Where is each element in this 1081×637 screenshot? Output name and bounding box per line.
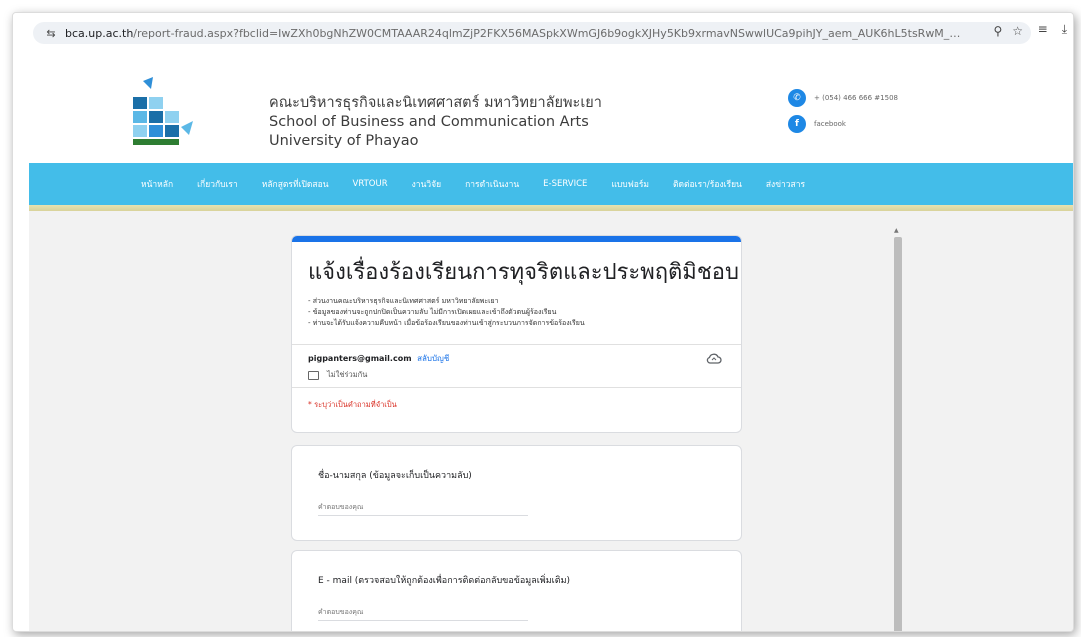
embedded-scrollbar[interactable]: ▲: [891, 227, 905, 631]
switch-account-link[interactable]: สลับบัญชี: [417, 354, 449, 363]
nav-item-news[interactable]: ส่งข่าวสาร: [766, 177, 805, 191]
url-path: /report-fraud.aspx?fbclid=IwZXh0bgNhZW0C…: [133, 26, 964, 40]
question-label: E - mail (ตรวจสอบให้ถูกต้องเพื่อการติดต่…: [318, 576, 571, 586]
not-shared-icon: [308, 370, 319, 380]
not-shared-text: ไม่ใช่ร่วมกัน: [327, 370, 368, 379]
scroll-thumb[interactable]: [894, 237, 902, 631]
name-input[interactable]: [318, 498, 528, 516]
contact-info: ✆ + (054) 466 666 #1508 f facebook: [788, 89, 898, 141]
account-email: pigpanters@gmail.com: [308, 354, 412, 363]
brand-thai: คณะบริหารธุรกิจและนิเทศศาสตร์ มหาวิทยาลั…: [269, 95, 602, 111]
account-row: pigpanters@gmail.com สลับบัญชี: [308, 352, 449, 365]
site-settings-icon[interactable]: ⇆: [43, 27, 59, 40]
nav-item-home[interactable]: หน้าหลัก: [141, 177, 173, 191]
url-host: bca.up.ac.th: [65, 26, 134, 40]
nav-item-vrtour[interactable]: VRTOUR: [353, 179, 388, 189]
question-card-name: ชื่อ-นามสกุล (ข้อมูลจะเก็บเป็นความลับ): [291, 445, 742, 541]
scroll-up-icon[interactable]: ▲: [894, 227, 899, 234]
star-icon[interactable]: ☆: [1012, 24, 1023, 38]
form-header-card: แจ้งเรื่องร้องเรียนการทุจริตและประพฤติมิ…: [291, 235, 742, 433]
question-card-email: E - mail (ตรวจสอบให้ถูกต้องเพื่อการติดต่…: [291, 550, 742, 631]
download-icon[interactable]: ⤓: [1062, 22, 1067, 37]
desc-line: - ท่านจะได้รับแจ้งความคืบหน้า เมื่อข้อร้…: [308, 319, 585, 327]
brand-en-line1: School of Business and Communication Art…: [269, 114, 589, 130]
zoom-icon[interactable]: ⚲: [993, 24, 1002, 38]
form-description: - ส่วนงานคณะบริหารธุรกิจและนิเทศศาสตร์ ม…: [308, 296, 585, 329]
site-header: คณะบริหารธุรกิจและนิเทศศาสตร์ มหาวิทยาลั…: [13, 49, 1073, 163]
url-field[interactable]: ⇆ bca.up.ac.th /report-fraud.aspx?fbclid…: [33, 22, 1031, 44]
required-note: * ระบุว่าเป็นคำถามที่จำเป็น: [308, 400, 397, 409]
phone-icon: ✆: [788, 89, 806, 107]
nav-item-programs[interactable]: หลักสูตรที่เปิดสอน: [262, 177, 329, 191]
facebook-icon: f: [788, 115, 806, 133]
question-label: ชื่อ-นามสกุล (ข้อมูลจะเก็บเป็นความลับ): [318, 471, 472, 481]
facebook-link[interactable]: facebook: [814, 120, 846, 128]
address-bar: ⇆ bca.up.ac.th /report-fraud.aspx?fbclid…: [13, 13, 1073, 49]
phone-number[interactable]: + (054) 466 666 #1508: [814, 94, 898, 102]
browser-window: ⇆ bca.up.ac.th /report-fraud.aspx?fbclid…: [12, 12, 1074, 632]
main-nav: หน้าหลัก เกี่ยวกับเรา หลักสูตรที่เปิดสอน…: [29, 163, 1073, 205]
form-title: แจ้งเรื่องร้องเรียนการทุจริตและประพฤติมิ…: [308, 260, 739, 285]
nav-item-operations[interactable]: การดำเนินงาน: [465, 177, 519, 191]
nav-item-eservice[interactable]: E-SERVICE: [543, 179, 587, 189]
divider: [292, 387, 741, 388]
divider: [292, 344, 741, 345]
nav-item-contact[interactable]: ติดต่อเรา/ร้องเรียน: [673, 177, 742, 191]
not-shared-row: ไม่ใช่ร่วมกัน: [308, 369, 367, 381]
university-logo: [133, 77, 193, 145]
brand-en-line2: University of Phayao: [269, 133, 419, 149]
cloud-icon: [706, 353, 722, 364]
email-input[interactable]: [318, 603, 528, 621]
brand-title: คณะบริหารธุรกิจและนิเทศศาสตร์ มหาวิทยาลั…: [269, 94, 602, 151]
extensions-icon[interactable]: ≡: [1038, 22, 1048, 37]
nav-item-about[interactable]: เกี่ยวกับเรา: [197, 177, 238, 191]
desc-line: - ข้อมูลของท่านจะถูกปกปิดเป็นความลับ ไม่…: [308, 308, 557, 316]
desc-line: - ส่วนงานคณะบริหารธุรกิจและนิเทศศาสตร์ ม…: [308, 297, 499, 305]
form-accent-bar: [292, 236, 741, 242]
nav-item-forms[interactable]: แบบฟอร์ม: [611, 177, 649, 191]
nav-item-research[interactable]: งานวิจัย: [412, 177, 441, 191]
